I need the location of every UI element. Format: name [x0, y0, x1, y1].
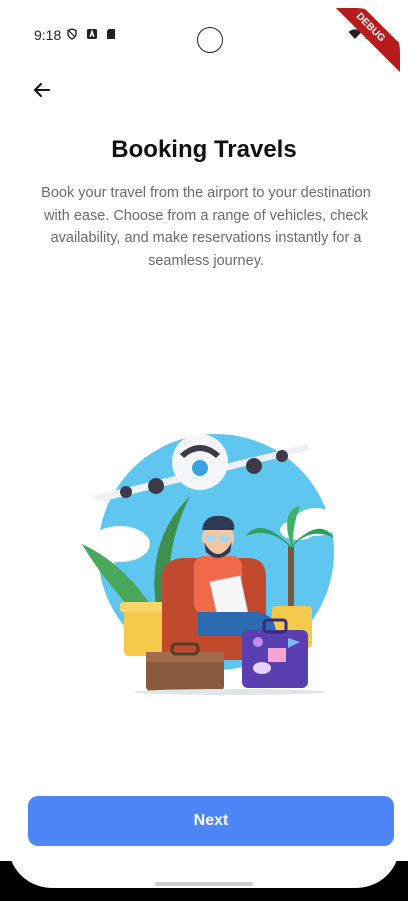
- arrow-left-icon: [34, 83, 50, 97]
- status-time: 9:18: [34, 27, 62, 43]
- status-bar: 9:18 DEBUG: [8, 8, 400, 78]
- a-icon: [87, 29, 97, 39]
- app-screen: 9:18 DEBUG Booking Travels Book your tra…: [8, 8, 400, 888]
- page-description: Book your travel from the airport to you…: [41, 185, 371, 269]
- travel-illustration: [80, 434, 338, 695]
- next-button[interactable]: Next: [28, 796, 394, 846]
- device-frame: 9:18 DEBUG Booking Travels Book your tra…: [0, 0, 408, 901]
- debug-banner: DEBUG: [320, 8, 400, 78]
- back-button[interactable]: [24, 72, 60, 108]
- page-title: Booking Travels: [111, 136, 297, 163]
- home-indicator[interactable]: [155, 882, 253, 886]
- sd-card-icon: [107, 29, 115, 39]
- camera-cutout: [197, 27, 223, 53]
- shield-icon: [67, 28, 77, 40]
